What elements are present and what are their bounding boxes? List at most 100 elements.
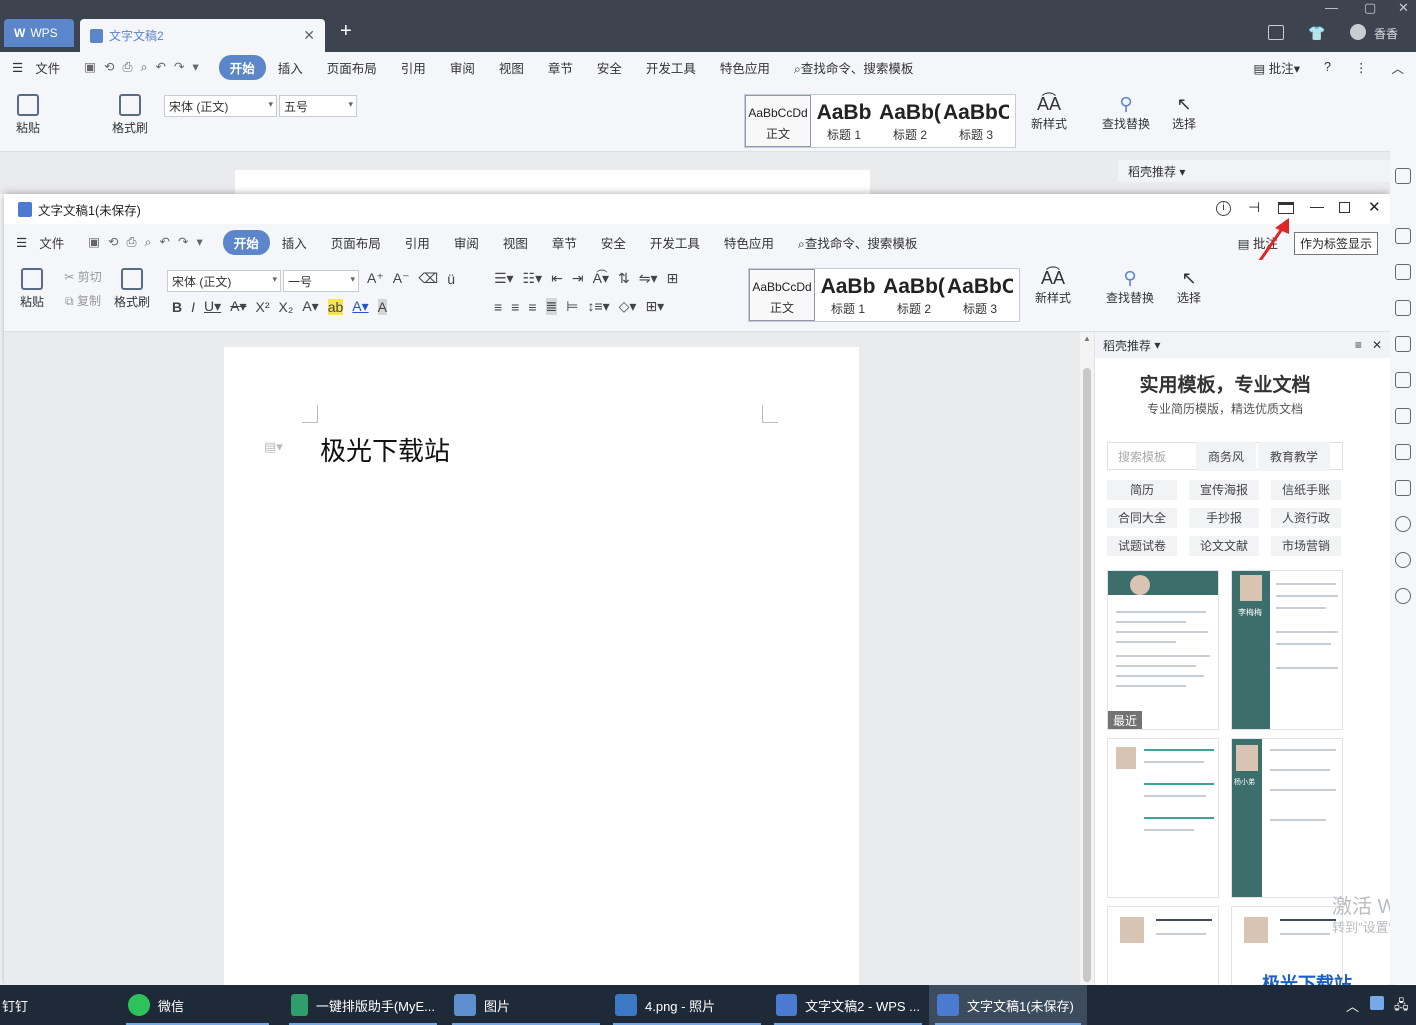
picture-icon[interactable] — [1395, 480, 1411, 496]
back-size-select[interactable]: 五号 — [279, 95, 357, 117]
font-select[interactable]: 宋体 (正文) — [167, 270, 281, 292]
phonetic-icon[interactable]: ü — [447, 271, 455, 287]
tag-handwritten[interactable]: 手抄报 — [1189, 508, 1259, 528]
template-thumbnail[interactable]: 最近 — [1107, 570, 1219, 730]
align-center-icon[interactable]: ≡ — [511, 299, 519, 315]
back-paste-button[interactable]: 粘贴 — [10, 94, 46, 136]
new-tab-icon[interactable]: + — [340, 20, 352, 43]
template-thumbnail[interactable]: 杨小弟 — [1231, 738, 1343, 898]
template-thumbnail[interactable] — [1107, 906, 1219, 985]
pen-icon[interactable] — [1395, 168, 1411, 184]
back-format-painter-button[interactable]: 格式刷 — [110, 94, 150, 136]
tab-references[interactable]: 引用 — [393, 233, 442, 252]
font-size-select[interactable]: 一号 — [283, 270, 359, 292]
taskbar-layout-assistant[interactable]: 一键排版助手(MyE... — [283, 985, 443, 1025]
tab-layout[interactable]: 页面布局 — [315, 58, 389, 77]
shrink-font-icon[interactable]: A⁻ — [393, 270, 410, 287]
italic-icon[interactable]: I — [191, 299, 195, 315]
network-icon[interactable]: 🖧 — [1394, 996, 1409, 1018]
history-icon[interactable] — [1395, 552, 1411, 568]
search-tab-education[interactable]: 教育教学 — [1258, 441, 1331, 471]
help-icon[interactable]: ? — [1312, 60, 1343, 74]
document-tab-2[interactable]: 文字文稿2 ✕ — [80, 19, 325, 52]
grid-icon[interactable] — [1395, 336, 1411, 352]
panel-menu-icon[interactable]: ≡ — [1355, 338, 1362, 352]
font-color-icon[interactable]: A▾ — [352, 298, 368, 315]
cursor-icon[interactable] — [1395, 228, 1411, 244]
number-list-icon[interactable]: ☷▾ — [523, 270, 543, 287]
more-icon[interactable]: ⋮ — [1343, 60, 1380, 75]
style-gallery[interactable]: AaBbCcDd正文 AaBb标题 1 AaBb(标题 2 AaBbC(标题 3 — [748, 268, 1020, 322]
tag-contract[interactable]: 合同大全 — [1107, 508, 1177, 528]
template-search-input[interactable]: 搜索模板 — [1108, 448, 1196, 465]
strikethrough-icon[interactable]: A▾ — [230, 298, 246, 315]
tab-view[interactable]: 视图 — [491, 233, 540, 252]
tab-review[interactable]: 审阅 — [438, 58, 487, 77]
scroll-up-icon[interactable]: ▲ — [1083, 334, 1091, 343]
tab-review[interactable]: 审阅 — [442, 233, 491, 252]
select-button[interactable]: ↖ 选择 — [1168, 268, 1210, 306]
quick-access-icons[interactable]: ▣⟲⎙⌕↶↷▾ — [72, 59, 219, 75]
avatar[interactable] — [1350, 24, 1366, 40]
back-font-select[interactable]: 宋体 (正文) — [164, 95, 277, 117]
tab-insert[interactable]: 插入 — [270, 233, 319, 252]
format-painter-button[interactable]: 格式刷 — [112, 268, 152, 310]
cut-button[interactable]: ✂ 剪切 — [58, 268, 108, 285]
tab-special[interactable]: 特色应用 — [708, 58, 782, 77]
close-window-icon[interactable]: ✕ — [1398, 0, 1409, 16]
tab-security[interactable]: 安全 — [585, 58, 634, 77]
tab-section[interactable]: 章节 — [536, 58, 585, 77]
menu-icon[interactable]: ☰ — [0, 60, 35, 75]
show-marks-icon[interactable]: ⇋▾ — [639, 270, 658, 287]
chinese-layout-icon[interactable]: A͡▾ — [593, 270, 609, 287]
menu-icon[interactable]: ☰ — [4, 235, 39, 250]
border-icon[interactable]: ⊞▾ — [645, 298, 664, 315]
search-command[interactable]: ⌕查找命令、搜索模板 — [782, 58, 926, 77]
tag-resume[interactable]: 简历 — [1107, 480, 1177, 500]
tab-developer[interactable]: 开发工具 — [638, 233, 712, 252]
close-tab-icon[interactable]: ✕ — [303, 27, 315, 44]
highlight-icon[interactable]: ab — [327, 298, 344, 315]
grow-font-icon[interactable]: A⁺ — [367, 270, 384, 287]
text-effect-icon[interactable]: A▾ — [302, 298, 318, 315]
maximize-icon[interactable]: ▢ — [1364, 0, 1376, 16]
copy-button[interactable]: ⧉ 复制 — [58, 292, 108, 309]
file-menu[interactable]: 文件 — [35, 58, 72, 77]
document-text[interactable]: 极光下载站 — [320, 431, 450, 468]
show-as-tab-icon[interactable] — [1278, 202, 1294, 214]
taskbar-wps-doc1[interactable]: 文字文稿1(未保存) — [929, 985, 1087, 1025]
window-layout-icon[interactable] — [1268, 25, 1284, 40]
new-style-button[interactable]: A͡A 新样式 — [1028, 268, 1078, 306]
close-window-icon[interactable]: ✕ — [1368, 198, 1381, 216]
shading-icon[interactable]: ◇▾ — [619, 298, 637, 315]
style-normal[interactable]: AaBbCcDd 正文 — [749, 269, 815, 321]
superscript-icon[interactable]: X² — [256, 299, 270, 315]
shapes-icon[interactable] — [1395, 264, 1411, 280]
search-tab-business[interactable]: 商务风 — [1196, 441, 1257, 471]
sort-icon[interactable]: ⇅ — [618, 270, 630, 287]
clear-format-icon[interactable]: ⌫ — [418, 270, 438, 287]
line-spacing-icon[interactable]: ↕≡▾ — [587, 298, 609, 315]
tab-insert[interactable]: 插入 — [266, 58, 315, 77]
tab-developer[interactable]: 开发工具 — [634, 58, 708, 77]
find-replace-button[interactable]: ⚲ 查找替换 — [1100, 268, 1160, 306]
adjust-icon[interactable] — [1395, 372, 1411, 388]
back-style-gallery[interactable]: AaBbCcDd正文 AaBb标题 1 AaBb(标题 2 AaBbC(标题 3 — [744, 94, 1016, 148]
align-left-icon[interactable]: ≡ — [494, 299, 502, 315]
paste-button[interactable]: 粘贴 — [12, 268, 52, 310]
taskbar-wps-doc2[interactable]: 文字文稿2 - WPS ... — [768, 985, 928, 1025]
template-thumbnail[interactable]: 李梅梅 — [1231, 570, 1343, 730]
tray-chevron-icon[interactable]: ︿ — [1346, 996, 1359, 1015]
table-icon[interactable]: ⊞ — [667, 270, 679, 287]
tag-thesis[interactable]: 论文文献 — [1189, 536, 1259, 556]
back-select-button[interactable]: ↖ 选择 — [1164, 94, 1204, 132]
style-heading-1[interactable]: AaBb 标题 1 — [815, 269, 881, 321]
tray-app-icon[interactable] — [1370, 996, 1384, 1010]
underline-icon[interactable]: U▾ — [204, 298, 221, 315]
document-page[interactable]: ▤▾ 极光下载站 — [224, 347, 859, 985]
fill-icon[interactable] — [1395, 300, 1411, 316]
vertical-scrollbar[interactable]: ▲ — [1080, 332, 1094, 985]
tab-home[interactable]: 开始 — [222, 229, 270, 255]
tag-stationery[interactable]: 信纸手账 — [1271, 480, 1341, 500]
template-thumbnail[interactable] — [1107, 738, 1219, 898]
